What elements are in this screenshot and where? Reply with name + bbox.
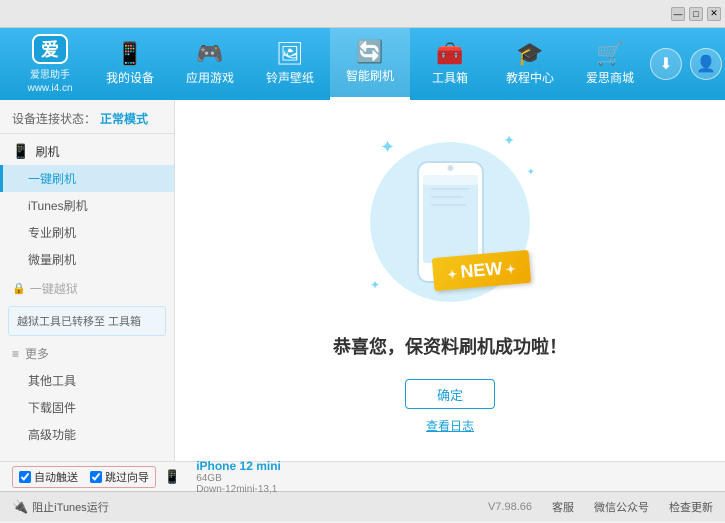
micro-flash-label: 微量刷机 — [28, 253, 76, 267]
logo[interactable]: 爱 爱思助手 www.i4.cn — [10, 34, 90, 94]
sidebar-item-other-tools[interactable]: 其他工具 — [0, 367, 174, 394]
one-click-flash-label: 一键刷机 — [28, 172, 76, 186]
smart-flash-icon: 🔄 — [356, 41, 383, 63]
connection-status: 设备连接状态： 正常模式 — [0, 106, 174, 134]
device-storage: 64GB — [196, 473, 281, 484]
main-area: 设备连接状态： 正常模式 📱 刷机 一键刷机 iTunes刷机 专业刷机 微量刷… — [0, 100, 725, 461]
title-bar: — □ ✕ — [0, 0, 725, 28]
apps-games-label: 应用游戏 — [186, 69, 234, 86]
jailbreak-disabled: 🔒 一键越狱 — [0, 275, 174, 302]
nav-wallpaper[interactable]: 🖼 铃声壁纸 — [250, 28, 330, 100]
download-btn[interactable]: ⬇ — [650, 48, 682, 80]
sidebar: 设备连接状态： 正常模式 📱 刷机 一键刷机 iTunes刷机 专业刷机 微量刷… — [0, 100, 175, 461]
header-actions: ⬇ 👤 — [650, 48, 722, 80]
user-btn[interactable]: 👤 — [690, 48, 722, 80]
sidebar-item-micro-flash[interactable]: 微量刷机 — [0, 246, 174, 273]
window-controls[interactable]: — □ ✕ — [671, 7, 721, 21]
info-box-text: 越狱工具已转移至 工具箱 — [17, 316, 141, 328]
device-info: iPhone 12 mini 64GB Down-12mini-13,1 — [196, 459, 281, 495]
itunes-flash-label: iTunes刷机 — [28, 199, 88, 213]
auto-send-checkbox-group[interactable]: 自动触送 — [19, 469, 78, 485]
sidebar-item-advanced[interactable]: 高级功能 — [0, 421, 174, 448]
success-illustration: ✦ ✦ ✦ ✦ — [333, 127, 567, 434]
sparkle-3: ✦ — [370, 278, 380, 292]
confirm-button[interactable]: 确定 — [405, 379, 495, 409]
nav-shop[interactable]: 🛒 爱思商城 — [570, 28, 650, 100]
status-value: 正常模式 — [100, 110, 148, 127]
content-area: ✦ ✦ ✦ ✦ — [175, 100, 725, 461]
close-btn[interactable]: ✕ — [707, 7, 721, 21]
advanced-label: 高级功能 — [28, 428, 76, 442]
lock-icon: 🔒 — [12, 282, 26, 295]
toolbox-label: 工具箱 — [432, 69, 468, 86]
check-update-link[interactable]: 检查更新 — [669, 499, 713, 515]
logo-name: 爱思助手 — [30, 66, 70, 81]
sparkle-1: ✦ — [380, 137, 395, 158]
sidebar-item-itunes-flash[interactable]: iTunes刷机 — [0, 192, 174, 219]
tutorial-icon: 🎓 — [516, 43, 543, 65]
device-model: Down-12mini-13,1 — [196, 484, 281, 495]
itunes-running-label: 阻止iTunes运行 — [32, 499, 109, 515]
logo-icon: 爱 — [32, 34, 68, 64]
header: 爱 爱思助手 www.i4.cn 📱 我的设备 🎮 应用游戏 🖼 铃声壁纸 🔄 … — [0, 28, 725, 100]
maximize-btn[interactable]: □ — [689, 7, 703, 21]
status-right: V7.98.66 客服 微信公众号 检查更新 — [488, 499, 713, 515]
other-tools-label: 其他工具 — [28, 374, 76, 388]
toolbox-icon: 🧰 — [436, 43, 463, 65]
nav-smart-flash[interactable]: 🔄 智能刷机 — [330, 28, 410, 100]
flash-section-icon: 📱 — [12, 143, 29, 160]
jailbreak-label: 一键越狱 — [30, 280, 78, 297]
logo-url: www.i4.cn — [27, 83, 72, 94]
auto-send-checkbox[interactable] — [19, 471, 31, 483]
more-label: 更多 — [25, 345, 49, 362]
nav-apps-games[interactable]: 🎮 应用游戏 — [170, 28, 250, 100]
download-firmware-label: 下载固件 — [28, 401, 76, 415]
status-left: 🔌 阻止iTunes运行 — [12, 499, 109, 515]
pro-flash-label: 专业刷机 — [28, 226, 76, 240]
view-log-link[interactable]: 查看日志 — [426, 417, 474, 434]
flash-section-label: 刷机 — [35, 143, 59, 160]
tutorial-label: 教程中心 — [506, 69, 554, 86]
new-badge: NEW — [432, 250, 531, 291]
skip-wizard-label: 跳过向导 — [105, 469, 149, 485]
smart-flash-label: 智能刷机 — [346, 67, 394, 84]
nav-bar: 📱 我的设备 🎮 应用游戏 🖼 铃声壁纸 🔄 智能刷机 🧰 工具箱 🎓 教程中心… — [90, 28, 650, 100]
skip-wizard-checkbox-group[interactable]: 跳过向导 — [90, 469, 149, 485]
my-device-icon: 📱 — [116, 43, 143, 65]
flash-section: 📱 刷机 一键刷机 iTunes刷机 专业刷机 微量刷机 — [0, 138, 174, 273]
action-buttons: 确定 查看日志 — [405, 379, 495, 434]
apps-games-icon: 🎮 — [196, 43, 223, 65]
sidebar-item-pro-flash[interactable]: 专业刷机 — [0, 219, 174, 246]
sidebar-item-one-click-flash[interactable]: 一键刷机 — [0, 165, 174, 192]
phone-container: ✦ ✦ ✦ ✦ — [360, 127, 540, 317]
info-box: 越狱工具已转移至 工具箱 — [8, 306, 166, 336]
shop-icon: 🛒 — [596, 43, 623, 65]
more-section-header: ≡ 更多 — [0, 340, 174, 367]
shop-label: 爱思商城 — [586, 69, 634, 86]
flash-section-header[interactable]: 📱 刷机 — [0, 138, 174, 165]
version-label: V7.98.66 — [488, 501, 532, 513]
sparkle-2: ✦ — [503, 132, 515, 149]
device-icon: 📱 — [164, 469, 180, 485]
sidebar-item-download-firmware[interactable]: 下载固件 — [0, 394, 174, 421]
auto-send-label: 自动触送 — [34, 469, 78, 485]
success-message: 恭喜您，保资料刷机成功啦！ — [333, 333, 567, 359]
service-link[interactable]: 客服 — [552, 499, 574, 515]
status-bottom-bar: 🔌 阻止iTunes运行 V7.98.66 客服 微信公众号 检查更新 — [0, 491, 725, 521]
nav-my-device[interactable]: 📱 我的设备 — [90, 28, 170, 100]
skip-wizard-checkbox[interactable] — [90, 471, 102, 483]
checkbox-group: 自动触送 跳过向导 — [12, 466, 156, 488]
nav-tutorial[interactable]: 🎓 教程中心 — [490, 28, 570, 100]
wallpaper-icon: 🖼 — [276, 43, 304, 65]
device-bar: 自动触送 跳过向导 📱 iPhone 12 mini 64GB Down-12m… — [0, 461, 725, 491]
status-label: 设备连接状态： — [12, 110, 96, 127]
sparkle-4: ✦ — [527, 167, 535, 178]
wallpaper-label: 铃声壁纸 — [266, 69, 314, 86]
minimize-btn[interactable]: — — [671, 7, 685, 21]
my-device-label: 我的设备 — [106, 69, 154, 86]
itunes-icon: 🔌 — [12, 499, 28, 515]
wechat-link[interactable]: 微信公众号 — [594, 499, 649, 515]
more-icon: ≡ — [12, 347, 19, 361]
nav-toolbox[interactable]: 🧰 工具箱 — [410, 28, 490, 100]
